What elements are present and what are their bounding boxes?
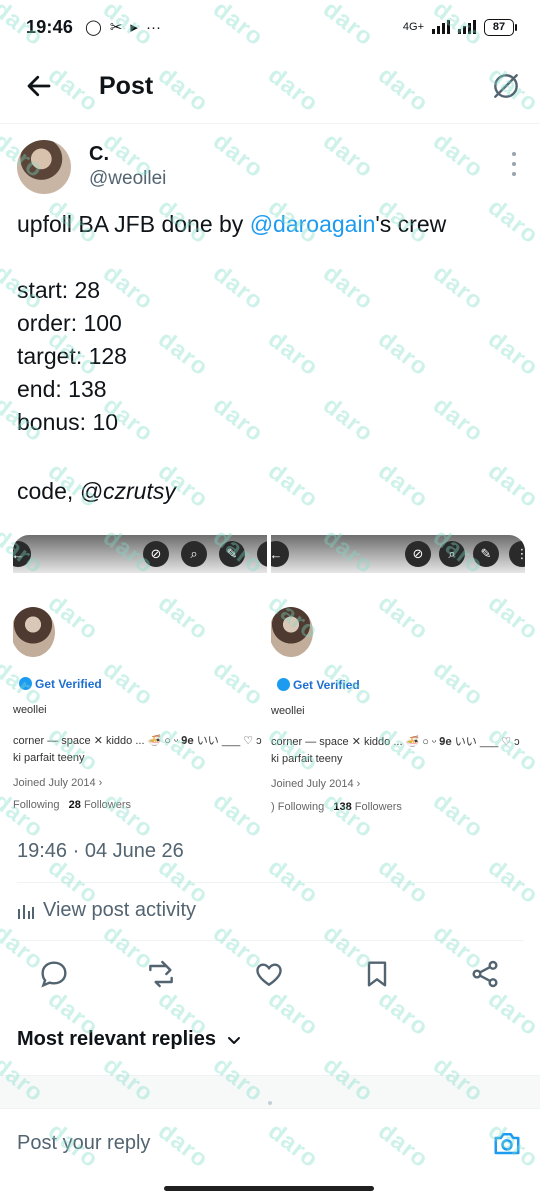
- repost-icon[interactable]: [145, 958, 177, 990]
- battery-icon: 87: [484, 18, 517, 36]
- watermark-text: daro: [207, 127, 269, 184]
- camera-icon[interactable]: [492, 1128, 522, 1158]
- top-bar: Post: [0, 54, 540, 124]
- author-handle[interactable]: @weollei: [89, 166, 166, 192]
- edit-icon: ✎: [219, 541, 245, 567]
- more-notifications-icon: ···: [145, 18, 161, 36]
- more-icon: ⋮: [257, 541, 267, 567]
- signal-icon-2: [458, 20, 476, 34]
- search-icon: ⌕: [439, 541, 465, 567]
- code-mention[interactable]: @czrutsy: [80, 478, 176, 504]
- watermark-text: daro: [372, 457, 434, 514]
- watermark-text: daro: [262, 457, 324, 514]
- watermark-text: daro: [427, 127, 489, 184]
- status-time: 19:46: [26, 16, 74, 37]
- watermark-text: daro: [482, 985, 540, 1042]
- grok-icon: ⊘: [143, 541, 169, 567]
- share-icon[interactable]: [469, 958, 501, 990]
- divider: [17, 940, 524, 941]
- avatar: [13, 607, 55, 657]
- more-options-icon[interactable]: [512, 152, 518, 176]
- bookmark-icon[interactable]: [361, 958, 393, 990]
- status-bar: 19:46 ◯ ✂ ▸ ··· 4G+ 87: [0, 0, 540, 54]
- play-icon: ▸: [130, 19, 138, 36]
- media-image-right[interactable]: ← ⊘ ⌕ ✎ ⋮ Get Verified weollei corner — …: [271, 535, 525, 821]
- more-icon: ⋮: [509, 541, 525, 567]
- post-body: start: 28 order: 100 target: 128 end: 13…: [17, 277, 127, 435]
- divider: [17, 882, 524, 883]
- verified-icon: [277, 678, 290, 691]
- capcut-icon: ✂: [109, 19, 123, 36]
- search-icon: ⌕: [181, 541, 207, 567]
- grok-icon[interactable]: [490, 70, 522, 102]
- post-timestamp: 19:46 · 04 June 26: [17, 840, 184, 862]
- replies-sort-dropdown[interactable]: Most relevant replies: [17, 1028, 242, 1051]
- whatsapp-icon: ◯: [85, 19, 102, 36]
- post-code-line: code, @czrutsy: [17, 478, 176, 504]
- watermark-text: daro: [372, 1117, 434, 1174]
- verified-icon: [19, 677, 32, 690]
- back-icon: ←: [271, 541, 289, 567]
- reply-icon[interactable]: [38, 958, 70, 990]
- post-actions: [0, 958, 540, 994]
- network-type: 4G+: [402, 21, 424, 33]
- watermark-text: daro: [152, 1117, 214, 1174]
- page-title: Post: [99, 72, 154, 100]
- author-name[interactable]: C.: [89, 142, 166, 166]
- post-media[interactable]: ← ⊘ ⌕ ✎ ⋮ Get Verified weollei corner — …: [13, 535, 525, 821]
- avatar: [271, 607, 313, 657]
- back-icon: ←: [13, 541, 31, 567]
- watermark-text: daro: [372, 985, 434, 1042]
- chevron-down-icon: [227, 1036, 240, 1044]
- mention-link[interactable]: @daroagain: [250, 211, 376, 237]
- view-post-activity[interactable]: View post activity: [17, 899, 196, 922]
- grok-icon: ⊘: [405, 541, 431, 567]
- media-image-left[interactable]: ← ⊘ ⌕ ✎ ⋮ Get Verified weollei corner — …: [13, 535, 267, 821]
- reply-input[interactable]: Post your reply: [17, 1132, 150, 1155]
- like-icon[interactable]: [253, 958, 285, 990]
- signal-icon: [432, 20, 450, 34]
- drag-handle-dot: [268, 1101, 272, 1105]
- back-arrow-icon[interactable]: [24, 71, 54, 101]
- watermark-text: daro: [262, 1117, 324, 1174]
- post-author[interactable]: C. @weollei: [17, 140, 166, 194]
- watermark-text: daro: [317, 127, 379, 184]
- home-indicator[interactable]: [164, 1186, 374, 1191]
- watermark-text: daro: [482, 457, 540, 514]
- edit-icon: ✎: [473, 541, 499, 567]
- watermark-text: daro: [262, 985, 324, 1042]
- analytics-icon: [18, 904, 34, 919]
- post-text: upfoll BA JFB done by @daroagain's crew …: [17, 211, 447, 435]
- avatar[interactable]: [17, 140, 71, 194]
